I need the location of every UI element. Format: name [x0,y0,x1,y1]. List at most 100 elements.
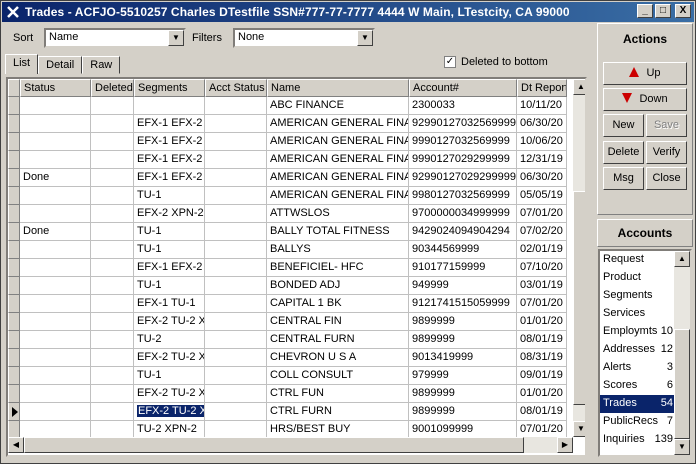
table-cell[interactable]: BONDED ADJ [267,277,409,295]
table-cell[interactable]: 01/01/20 [517,385,567,403]
table-cell[interactable]: 92990127029299999 [409,169,517,187]
sort-select[interactable]: Name ▼ [44,28,186,48]
table-cell[interactable]: ATTWSLOS [267,205,409,223]
table-cell[interactable]: 979999 [409,367,517,385]
table-cell[interactable]: 06/30/20 [517,115,567,133]
table-cell[interactable] [91,223,134,241]
table-cell[interactable]: EFX-1 TU-1 [134,295,205,313]
table-cell[interactable] [205,277,267,295]
row-selector[interactable] [8,97,20,115]
table-cell[interactable] [20,97,91,115]
table-row[interactable]: EFX-2 TU-2 X CTRL FURN 9899999 08/01/19 [8,403,567,421]
row-selector[interactable] [8,169,20,187]
table-cell[interactable]: 92990127032569999 [409,115,517,133]
table-row[interactable]: EFX-1 EFX-2 1 AMERICAN GENERAL FINAN 92990… [8,115,567,133]
accounts-list-item[interactable]: Product [600,269,676,287]
table-cell[interactable]: 08/01/19 [517,403,567,421]
row-selector[interactable] [8,385,20,403]
table-cell[interactable]: CTRL FUN [267,385,409,403]
table-row[interactable]: Done TU-1 BALLY TOTAL FITNESS 9429024094904… [8,223,567,241]
table-cell[interactable] [20,259,91,277]
table-cell[interactable] [91,169,134,187]
table-cell[interactable]: 08/01/19 [517,331,567,349]
table-cell[interactable]: BENEFICIEL- HFC [267,259,409,277]
table-cell[interactable]: 07/02/20 [517,223,567,241]
table-cell[interactable]: 9899999 [409,313,517,331]
row-selector[interactable] [8,241,20,259]
table-cell[interactable]: CAPITAL 1 BK [267,295,409,313]
save-button[interactable]: Save [646,114,687,137]
table-row[interactable]: TU-1 AMERICAN GENERAL FINAN 99801270325699… [8,187,567,205]
table-cell[interactable] [91,367,134,385]
table-cell[interactable]: 01/01/20 [517,313,567,331]
table-row[interactable]: EFX-2 XPN-2 ATTWSLOS 9700000034999999 07/01… [8,205,567,223]
table-cell[interactable] [20,331,91,349]
table-cell[interactable]: BALLYS [267,241,409,259]
table-cell[interactable] [91,313,134,331]
grid-vertical-scrollbar[interactable]: ▲ ▼ [573,79,585,437]
deleted-to-bottom-option[interactable]: ✓ Deleted to bottom [444,56,548,68]
row-selector[interactable] [8,151,20,169]
table-cell[interactable] [205,331,267,349]
maximize-button[interactable]: □ [655,4,671,18]
row-selector[interactable] [8,115,20,133]
table-cell[interactable]: EFX-1 EFX-2 1 [134,133,205,151]
column-header[interactable]: Dt Report [517,79,567,97]
accounts-list-item[interactable]: Trades 54 [600,395,676,413]
table-cell[interactable] [205,313,267,331]
grid-vertical-thumb[interactable] [573,191,585,405]
column-header[interactable]: Segments [134,79,205,97]
accounts-scroll-up-arrow-icon[interactable]: ▲ [674,251,690,267]
table-cell[interactable] [91,133,134,151]
verify-button[interactable]: Verify [646,141,687,164]
table-row[interactable]: ABC FINANCE 2300033 10/11/20 [8,97,567,115]
table-cell[interactable] [20,151,91,169]
table-row[interactable]: Done EFX-1 EFX-2 1 AMERICAN GENERAL FINAN 9… [8,169,567,187]
accounts-scroll-thumb[interactable] [674,329,690,439]
table-cell[interactable]: CENTRAL FURN [267,331,409,349]
accounts-list-item[interactable]: Segments [600,287,676,305]
accounts-list-item[interactable]: Employmts 10 [600,323,676,341]
table-cell[interactable]: EFX-1 EFX-2 1 [134,169,205,187]
table-cell[interactable]: EFX-2 XPN-2 [134,205,205,223]
row-selector[interactable] [8,313,20,331]
table-cell[interactable] [20,133,91,151]
accounts-list-item[interactable]: Request [600,251,676,269]
accounts-list-item[interactable]: Services [600,305,676,323]
table-cell[interactable] [91,187,134,205]
title-bar[interactable]: Trades - ACFJO-5510257 Charles DTestfile… [2,2,694,22]
table-cell[interactable]: 910177159999 [409,259,517,277]
table-cell[interactable] [91,385,134,403]
column-header[interactable]: Account# [409,79,517,97]
table-cell[interactable]: ABC FINANCE [267,97,409,115]
accounts-scroll-down-arrow-icon[interactable]: ▼ [674,439,690,455]
table-cell[interactable] [20,277,91,295]
table-cell[interactable] [205,349,267,367]
table-cell[interactable] [20,349,91,367]
table-cell[interactable]: EFX-1 EFX-2 1 [134,259,205,277]
table-cell[interactable]: TU-1 [134,367,205,385]
table-cell[interactable] [205,367,267,385]
table-cell[interactable] [91,349,134,367]
table-cell[interactable]: BALLY TOTAL FITNESS [267,223,409,241]
table-cell[interactable] [205,385,267,403]
table-cell[interactable] [20,403,91,421]
table-cell[interactable]: 9899999 [409,331,517,349]
table-cell[interactable]: 10/06/20 [517,133,567,151]
table-cell[interactable]: EFX-2 TU-2 XI [134,385,205,403]
table-cell[interactable]: COLL CONSULT [267,367,409,385]
column-header[interactable]: Deleted [91,79,134,97]
table-row[interactable]: TU-1 COLL CONSULT 979999 09/01/19 [8,367,567,385]
table-cell[interactable]: EFX-1 EFX-2 1 [134,151,205,169]
row-selector[interactable] [8,277,20,295]
table-cell[interactable] [20,205,91,223]
tab-detail[interactable]: Detail [38,56,83,74]
down-button[interactable]: Down [603,88,687,111]
table-cell[interactable] [20,295,91,313]
filters-select[interactable]: None ▼ [233,28,375,48]
table-cell[interactable]: 02/01/19 [517,241,567,259]
table-cell[interactable]: 10/11/20 [517,97,567,115]
table-cell[interactable] [91,259,134,277]
table-cell[interactable]: AMERICAN GENERAL FINAN [267,169,409,187]
table-cell[interactable]: 09/01/19 [517,367,567,385]
